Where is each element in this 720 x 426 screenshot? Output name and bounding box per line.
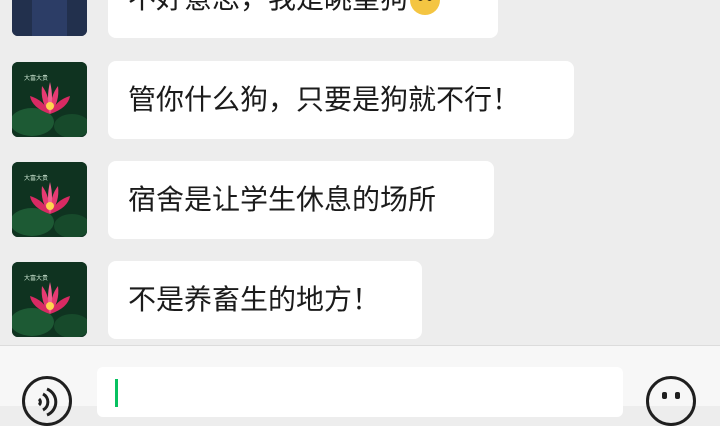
voice-icon[interactable] [22,376,72,426]
avatar[interactable] [12,0,87,36]
lotus-icon: 大富大贵 [12,262,87,337]
avatar[interactable]: 大富大贵 [12,262,87,337]
emoji-eye [662,392,667,399]
avatar[interactable]: 大富大贵 [12,62,87,137]
chat-input-bar [0,345,720,426]
text-caret [115,379,118,407]
message-input[interactable] [97,367,623,417]
avatar-text: 大富大贵 [24,274,48,282]
message-text: 不是养畜生的地方！ [128,283,381,316]
message-text: 宿舍是让学生休息的场所 [128,183,437,216]
lotus-icon: 大富大贵 [12,162,87,237]
avatar-text: 大富大贵 [24,174,48,182]
avatar-text: 大富大贵 [24,74,48,82]
message-text: 管你什么狗，只要是狗就不行！ [128,83,521,116]
message-bubble[interactable]: 宿舍是让学生休息的场所 [108,161,494,239]
smiling-dog-emoji-icon [410,0,441,15]
emoji-eye [675,392,680,399]
message-bubble[interactable]: 不好意思，我是眺望狗 [108,0,498,38]
message-text: 不好意思，我是眺望狗 [128,0,408,15]
message-bubble[interactable]: 管你什么狗，只要是狗就不行！ [108,61,574,139]
avatar[interactable]: 大富大贵 [12,162,87,237]
lotus-icon: 大富大贵 [12,62,87,137]
emoji-icon[interactable] [646,376,696,426]
message-bubble[interactable]: 不是养畜生的地方！ [108,261,422,339]
chat-message-list[interactable]: 不好意思，我是眺望狗 大富大贵 管你什么狗，只要是狗就不行！ [0,0,720,345]
